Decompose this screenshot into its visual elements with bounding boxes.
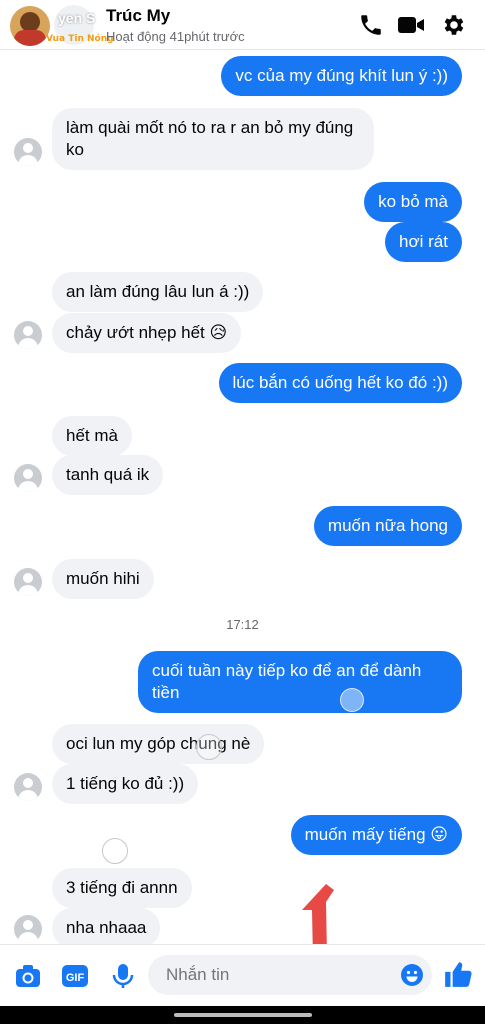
watermark-label: yen S <box>58 10 96 26</box>
message-outgoing[interactable]: ko bỏ mà <box>364 182 462 222</box>
message-outgoing[interactable]: hơi rát <box>385 222 462 262</box>
message-incoming[interactable]: nha nhaaa <box>52 908 161 948</box>
contact-avatar-small <box>14 568 42 596</box>
message-outgoing[interactable]: muốn nữa hong <box>313 506 462 546</box>
message-outgoing[interactable]: vc của my đúng khít lun ý :)) <box>221 56 462 96</box>
gif-icon[interactable]: GIF <box>61 962 89 990</box>
message-outgoing[interactable]: muốn mấy tiếng 😛 <box>290 815 462 855</box>
touch-indicator <box>196 734 222 760</box>
message-incoming[interactable]: 3 tiếng đi annn <box>52 868 192 908</box>
thumbs-up-icon[interactable] <box>443 959 473 989</box>
message-incoming[interactable]: an làm đúng lâu lun á :)) <box>52 272 264 312</box>
microphone-icon[interactable] <box>109 962 137 990</box>
emoji-icon[interactable] <box>400 963 424 987</box>
system-nav-bar <box>0 1006 485 1024</box>
contact-name[interactable]: Trúc My <box>106 6 170 26</box>
message-input[interactable] <box>166 965 366 985</box>
message-outgoing[interactable]: lúc bắn có uống hết ko đó :)) <box>218 363 462 403</box>
gif-label: GIF <box>66 972 85 984</box>
contact-avatar-small <box>14 138 42 166</box>
message-input-box[interactable] <box>148 955 432 995</box>
message-incoming[interactable]: 1 tiếng ko đủ :)) <box>52 764 199 804</box>
gear-icon[interactable] <box>439 12 467 38</box>
contact-avatar-small <box>14 773 42 801</box>
video-camera-icon[interactable] <box>397 12 425 38</box>
contact-avatar-small <box>14 464 42 492</box>
message-thread[interactable]: vc của my đúng khít lun ý :)) làm quài m… <box>0 50 485 948</box>
contact-avatar-small <box>14 915 42 943</box>
contact-avatar[interactable] <box>10 6 50 46</box>
message-incoming[interactable]: muốn hihi <box>52 559 154 599</box>
message-composer: GIF <box>0 944 485 1006</box>
message-outgoing[interactable]: cuối tuần này tiếp ko để an để dành tiền <box>138 651 462 713</box>
conversation-header: yen S Vua Tin Nóng Trúc My Hoạt động 41p… <box>0 0 485 50</box>
touch-indicator <box>340 688 364 712</box>
timestamp-divider: 17:12 <box>226 617 259 632</box>
message-incoming[interactable]: hết mà <box>52 416 132 456</box>
phone-icon[interactable] <box>357 12 385 38</box>
contact-status: Hoạt động 41phút trước <box>106 29 245 44</box>
message-incoming[interactable]: tanh quá ik <box>52 455 164 495</box>
message-incoming[interactable]: làm quài mốt nó to ra r an bỏ my đúng ko <box>52 108 374 170</box>
message-incoming[interactable]: chảy ướt nhẹp hết 😥 <box>52 313 242 353</box>
touch-indicator <box>102 838 128 864</box>
contact-avatar-small <box>14 321 42 349</box>
camera-icon[interactable] <box>14 962 42 990</box>
home-gesture-handle[interactable] <box>174 1013 312 1017</box>
message-incoming[interactable]: oci lun my góp chung nè <box>52 724 265 764</box>
watermark-text: Vua Tin Nóng <box>46 34 114 44</box>
